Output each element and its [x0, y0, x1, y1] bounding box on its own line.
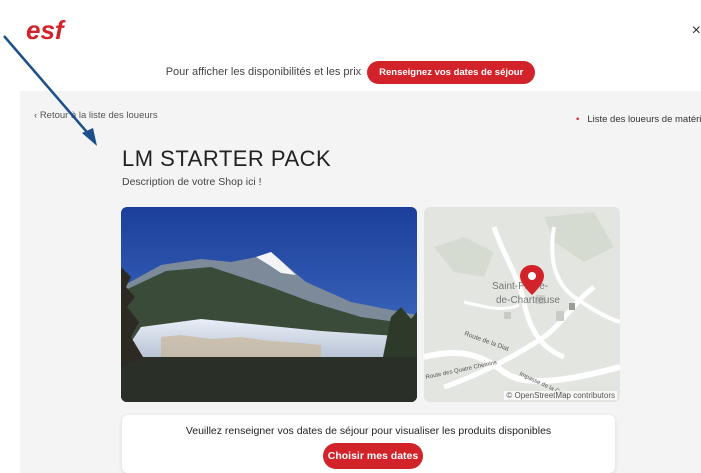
rental-list-label: Liste des loueurs de matériel: [587, 114, 701, 125]
bullet-icon: •: [576, 114, 580, 125]
map-image: Saint-Pierre- de-Chartreuse Route de la …: [424, 207, 620, 402]
availability-text: Pour afficher les disponibilités et les …: [165, 66, 362, 78]
location-map[interactable]: Saint-Pierre- de-Chartreuse Route de la …: [424, 207, 620, 402]
shop-title: LM STARTER PACK: [122, 146, 332, 171]
dates-card: Veuillez renseigner vos dates de séjour …: [122, 415, 615, 473]
annotation-arrow-icon: [3, 35, 97, 146]
enter-dates-button[interactable]: Renseignez vos dates de séjour: [367, 60, 536, 84]
shop-photo: [121, 207, 417, 402]
dates-message: Veuillez renseigner vos dates de séjour …: [185, 425, 552, 437]
mountain-village-image: [121, 207, 417, 402]
choose-dates-button[interactable]: Choisir mes dates: [323, 443, 423, 469]
map-place-name-2: de-Chartreuse: [496, 295, 560, 306]
shop-description: Description de votre Shop ici !: [122, 176, 262, 188]
rental-list-link[interactable]: • Liste des loueurs de matériel: [576, 114, 701, 125]
map-attribution[interactable]: © OpenStreetMap contributors: [504, 391, 617, 400]
close-icon[interactable]: ×: [692, 22, 701, 40]
